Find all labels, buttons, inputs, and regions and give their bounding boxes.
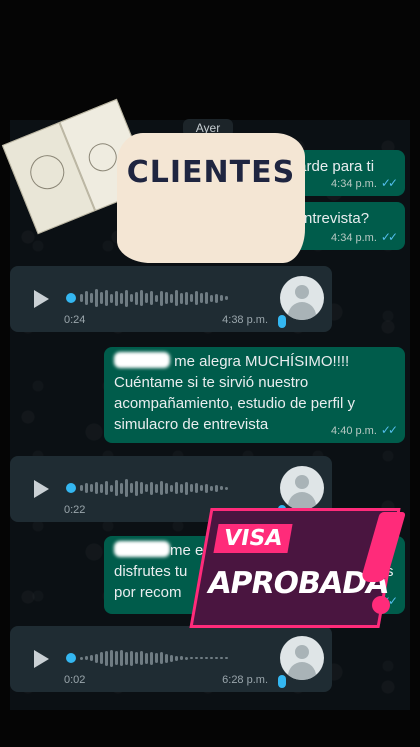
story-frame: Ayer tarde para ti 4:34 p.m. ✓✓ ntrevista…: [0, 0, 420, 747]
message-meta: 4:34 p.m. ✓✓: [331, 230, 398, 244]
avatar-icon[interactable]: [280, 466, 324, 510]
redacted-name: [114, 541, 170, 557]
visa-aprobada-badge: VISA APROBADA: [186, 508, 407, 632]
message-time: 4:40 p.m.: [331, 425, 377, 437]
message-bubble-outgoing[interactable]: me alegra MUCHÍSIMO!!!! Cuéntame si te s…: [104, 347, 405, 443]
message-text: tarde para ti: [294, 158, 375, 175]
message-meta: 4:40 p.m. ✓✓: [331, 423, 398, 437]
message-line: Cuéntame si te sirvió nuestro: [114, 374, 309, 391]
voice-duration: 0:22: [64, 504, 86, 516]
playhead-dot[interactable]: [66, 293, 76, 303]
clientes-note-sticker: CLIENTES: [117, 133, 305, 263]
exclamation-dot: [372, 596, 390, 614]
voice-time: 6:28 p.m.: [222, 674, 268, 686]
audio-waveform[interactable]: [66, 476, 272, 500]
stamp-icon: [84, 139, 121, 176]
message-meta: 4:34 p.m. ✓✓: [331, 176, 398, 190]
note-label: CLIENTES: [126, 155, 296, 190]
voice-duration: 0:24: [64, 314, 86, 326]
double-check-icon: ✓✓: [380, 176, 398, 190]
voice-duration: 0:02: [64, 674, 86, 686]
message-text: ntrevista?: [304, 210, 370, 227]
message-line-text: disfrutes tu: [114, 563, 188, 580]
message-time: 4:34 p.m.: [331, 232, 377, 244]
voice-message[interactable]: 0:02 6:28 p.m.: [10, 626, 332, 692]
avatar-icon[interactable]: [280, 636, 324, 680]
mic-icon: [278, 315, 286, 328]
message-time: 4:34 p.m.: [331, 178, 377, 190]
play-icon[interactable]: [34, 290, 49, 308]
message-line: acompañamiento, estudio de perfil y: [114, 395, 355, 412]
message-line: me alegra MUCHÍSIMO!!!!: [114, 351, 399, 372]
audio-waveform[interactable]: [66, 286, 272, 310]
playhead-dot[interactable]: [66, 653, 76, 663]
mic-icon: [278, 675, 286, 688]
voice-message[interactable]: 0:24 4:38 p.m.: [10, 266, 332, 332]
voice-time: 4:38 p.m.: [222, 314, 268, 326]
audio-waveform[interactable]: [66, 646, 272, 670]
playhead-dot[interactable]: [66, 483, 76, 493]
play-icon[interactable]: [34, 650, 49, 668]
play-icon[interactable]: [34, 480, 49, 498]
avatar-icon[interactable]: [280, 276, 324, 320]
double-check-icon: ✓✓: [380, 423, 398, 437]
message-line-text: me alegra MUCHÍSIMO!!!!: [174, 353, 350, 370]
stamp-icon: [25, 150, 70, 195]
badge-top-text: VISA: [213, 524, 293, 553]
double-check-icon: ✓✓: [380, 230, 398, 244]
redacted-name: [114, 352, 170, 368]
